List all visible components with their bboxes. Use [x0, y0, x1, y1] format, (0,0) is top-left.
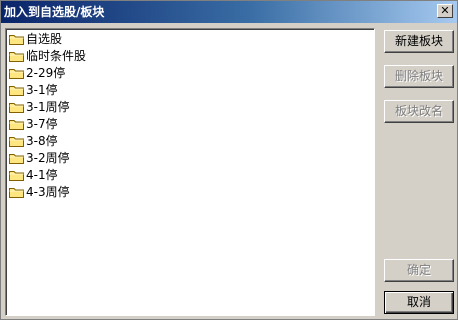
list-item[interactable]: 4-3周停: [8, 184, 372, 201]
list-item-label: 2-29停: [26, 66, 66, 80]
list-item-label: 3-2周停: [26, 151, 70, 165]
list-item-label: 3-7停: [26, 117, 58, 131]
delete-block-button[interactable]: 删除板块: [384, 65, 454, 88]
folder-icon: [9, 171, 24, 181]
list-item[interactable]: 4-1停: [8, 167, 372, 184]
list-item[interactable]: 3-1停: [8, 82, 372, 99]
list-item[interactable]: 3-8停: [8, 133, 372, 150]
list-item[interactable]: 3-7停: [8, 116, 372, 133]
close-button[interactable]: ✕: [437, 4, 453, 18]
close-icon: ✕: [440, 4, 450, 17]
confirm-button[interactable]: 确定: [384, 259, 454, 282]
new-block-button[interactable]: 新建板块: [384, 30, 454, 53]
folder-icon: [9, 188, 24, 198]
list-item[interactable]: 3-1周停: [8, 99, 372, 116]
list-item[interactable]: 自选股: [8, 31, 372, 48]
block-list: 自选股临时条件股 2-29停 3-1停 3-1周停 3-7停 3-8停 3-2周停 4-1停 4…: [8, 31, 372, 313]
folder-icon: [9, 86, 24, 96]
add-to-watchlist-dialog: 加入到自选股/板块 ✕ 自选股临时条件股 2-29停 3-1停 3-1周停 3-7停 3-…: [0, 0, 458, 320]
folder-icon: [9, 35, 24, 45]
folder-icon: [9, 120, 24, 130]
folder-icon: [9, 103, 24, 113]
list-item[interactable]: 临时条件股: [8, 48, 372, 65]
list-item-label: 临时条件股: [26, 49, 87, 63]
folder-icon: [9, 52, 24, 62]
list-item[interactable]: 2-29停: [8, 65, 372, 82]
rename-block-button[interactable]: 板块改名: [384, 100, 454, 123]
list-item-label: 3-8停: [26, 134, 58, 148]
cancel-button[interactable]: 取消: [384, 291, 454, 314]
list-item-label: 4-3周停: [26, 185, 70, 199]
list-item-label: 3-1停: [26, 83, 58, 97]
window-title: 加入到自选股/板块: [4, 5, 105, 19]
list-item[interactable]: 3-2周停: [8, 150, 372, 167]
title-bar[interactable]: 加入到自选股/板块 ✕: [1, 1, 457, 23]
folder-icon: [9, 154, 24, 164]
list-item-label: 3-1周停: [26, 100, 70, 114]
folder-icon: [9, 137, 24, 147]
folder-icon: [9, 69, 24, 79]
block-list-panel: 自选股临时条件股 2-29停 3-1停 3-1周停 3-7停 3-8停 3-2周停 4-1停 4…: [5, 28, 375, 316]
list-item-label: 自选股: [26, 32, 63, 46]
list-item-label: 4-1停: [26, 168, 58, 182]
